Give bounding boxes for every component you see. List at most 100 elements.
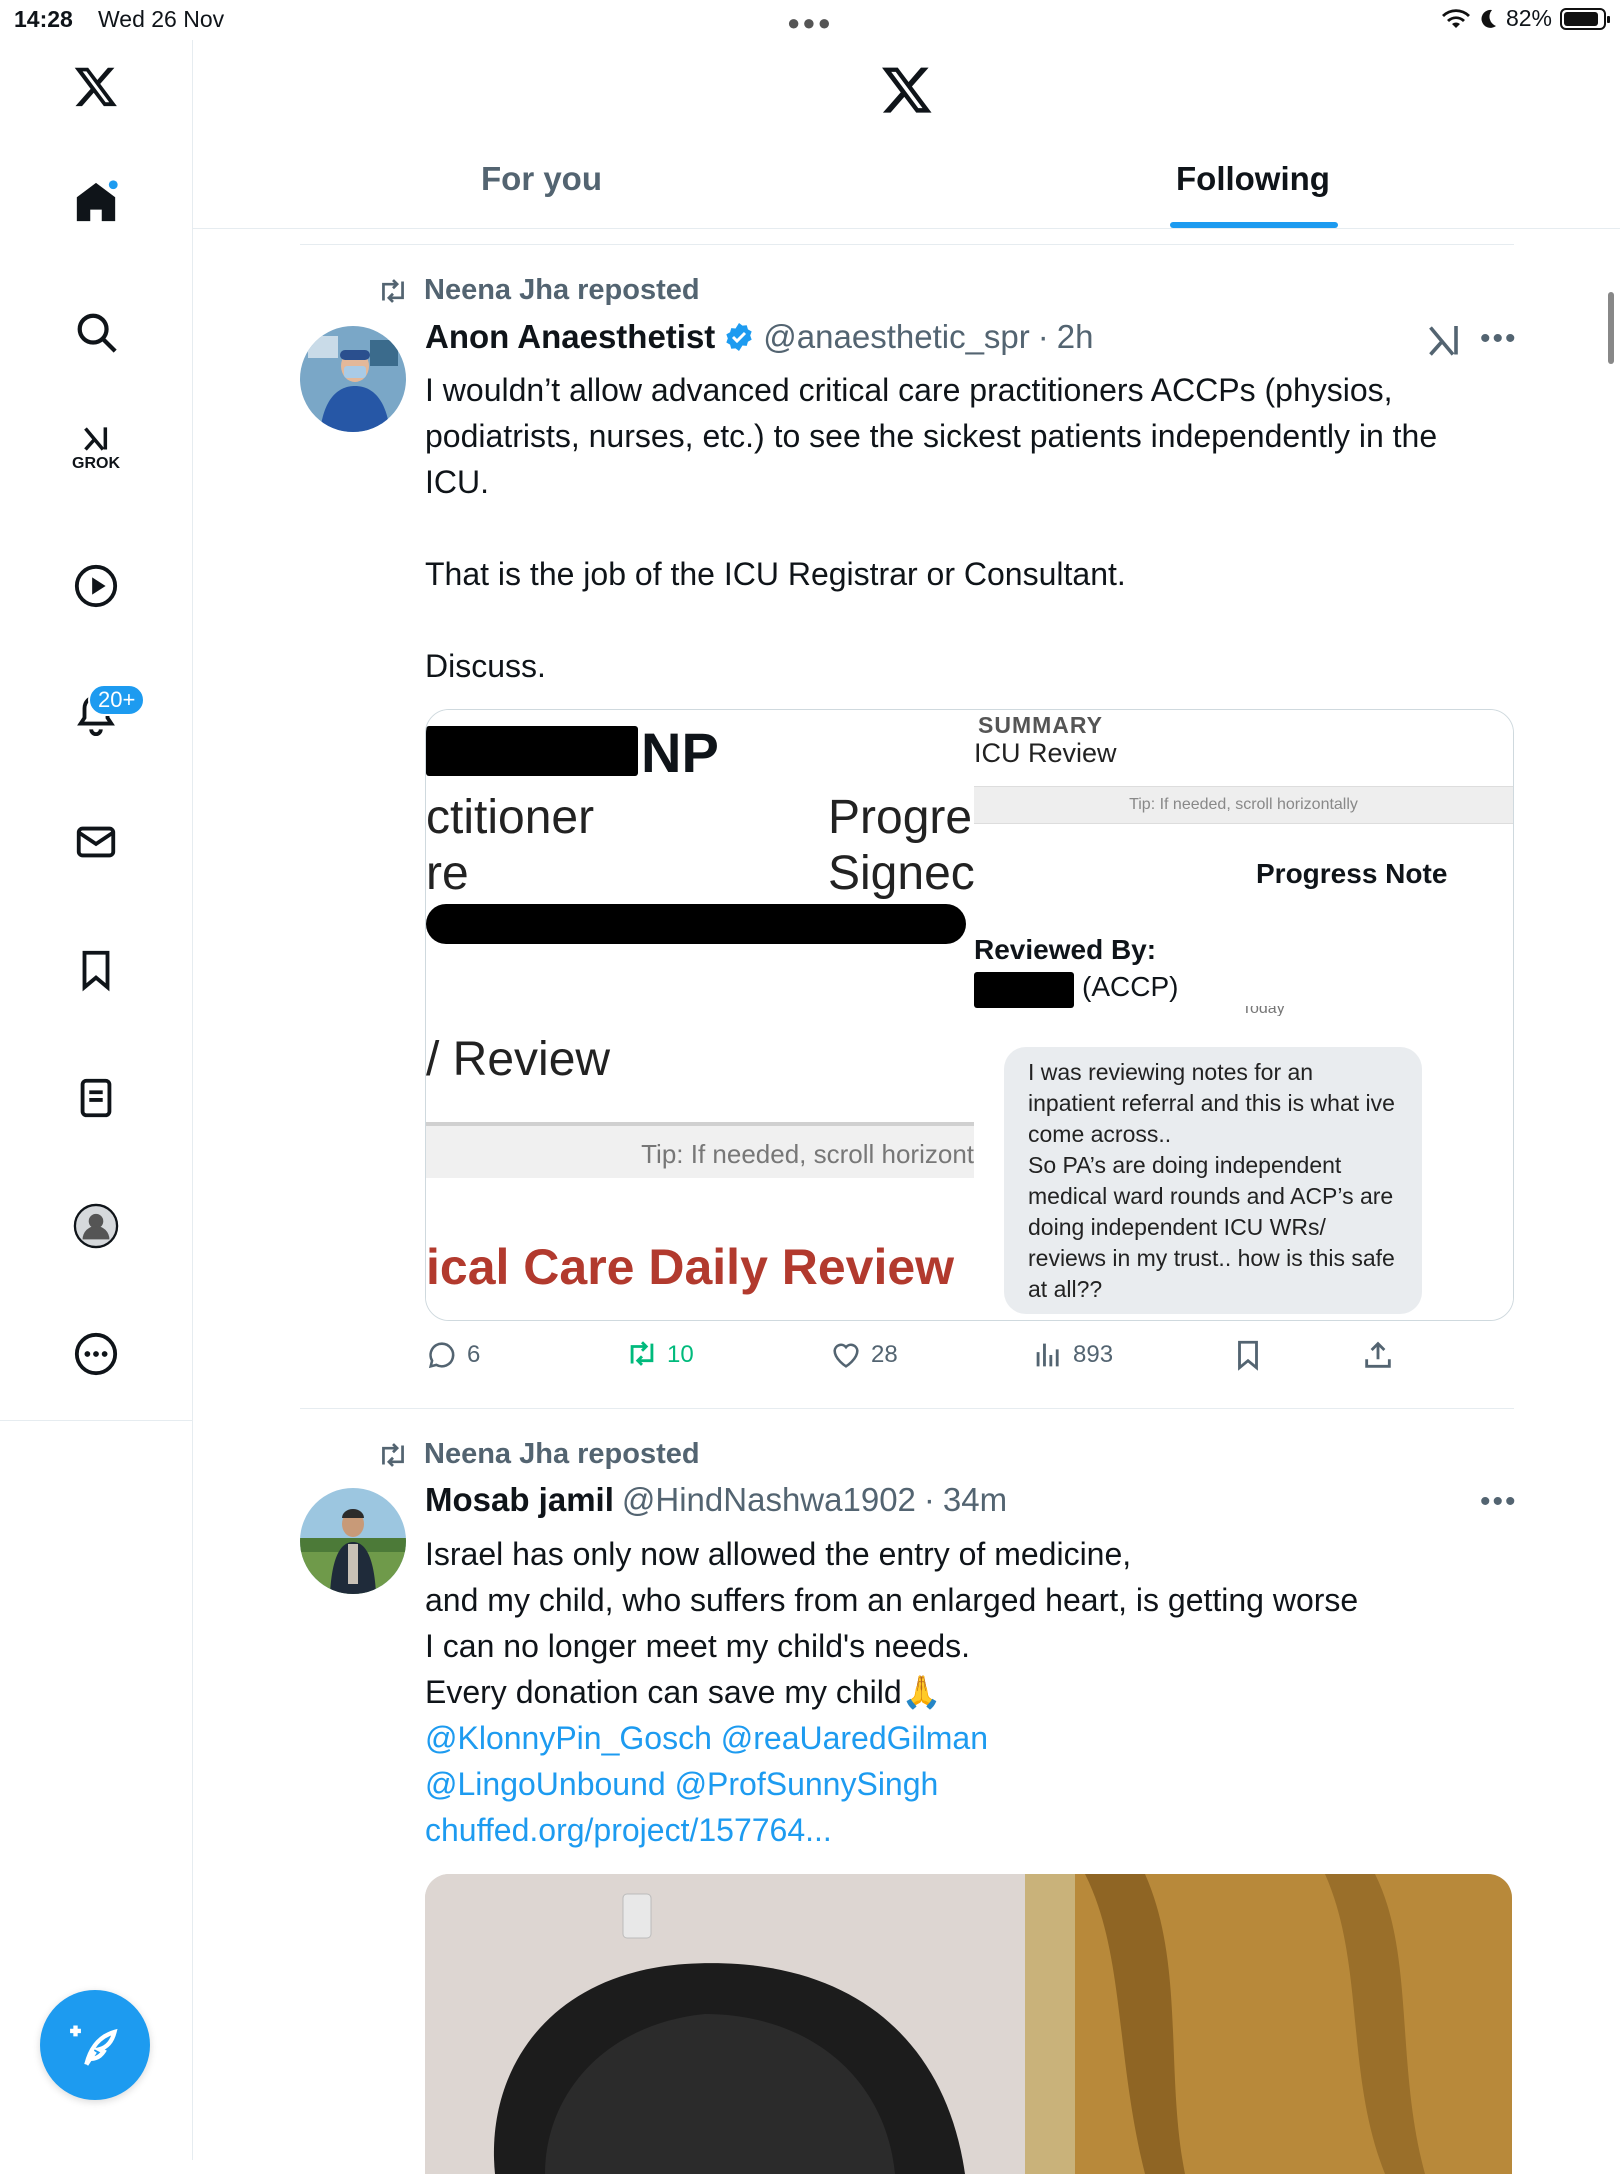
media-left-progress: Progre — [828, 791, 973, 844]
post-time[interactable]: 2h — [1057, 318, 1094, 356]
post-header: Mosab jamil @HindNashwa1902 · 34m — [425, 1481, 1007, 1519]
verified-icon — [726, 323, 752, 351]
author-handle[interactable]: @anaesthetic_spr — [763, 318, 1029, 356]
views-icon — [1036, 1343, 1059, 1367]
media-right-image: SUMMARY ICU Review Tip: If needed, scrol… — [974, 710, 1513, 1320]
battery-percent: 82% — [1505, 5, 1552, 31]
media-right-today: Today — [1242, 1006, 1285, 1016]
media-left-red-title: ical Care Daily Review — [426, 1239, 955, 1295]
media-left-image: NP ctitioner re Progre Signec / Review T… — [426, 710, 974, 1320]
post-text-line: I can no longer meet my child's needs. — [425, 1628, 971, 1664]
post-text: I wouldn’t allow advanced critical care … — [425, 372, 1438, 684]
repost-icon — [630, 1341, 654, 1366]
post-text-line: Every donation can save my child🙏 — [425, 1674, 942, 1710]
views-button[interactable]: 893 — [1031, 1338, 1113, 1372]
grok-label: GROK — [72, 455, 120, 472]
bookmark-icon — [1238, 1340, 1258, 1371]
redaction — [426, 726, 638, 776]
repost-count: 10 — [667, 1341, 694, 1368]
header-x-logo-icon[interactable] — [880, 62, 934, 116]
status-right: 82% — [1441, 5, 1610, 32]
reply-count: 6 — [467, 1341, 481, 1368]
status-date: Wed 26 Nov — [98, 6, 225, 32]
media-left-tip: Tip: If needed, scroll horizont — [426, 1122, 974, 1178]
post-text: Israel has only now allowed the entry of… — [425, 1531, 1505, 1853]
moon-icon — [1481, 9, 1496, 28]
avatar[interactable] — [300, 326, 406, 432]
media-right-accp: (ACCP) — [1082, 971, 1179, 1002]
reply-button[interactable]: 6 — [425, 1338, 480, 1372]
lists-icon[interactable] — [72, 1074, 120, 1122]
notifications-badge: 20+ — [88, 684, 146, 716]
meta-separator: · — [1037, 318, 1049, 355]
mail-icon[interactable] — [72, 818, 120, 866]
post-more-button[interactable]: ••• — [1480, 1485, 1518, 1519]
media-right-reviewed-by: Reviewed By: — [974, 934, 1157, 965]
post-actions: 6 10 28 893 — [425, 1338, 1425, 1382]
media-left-line1: ctitioner — [426, 791, 595, 844]
media-right-tip: Tip: If needed, scroll horizontally — [974, 786, 1513, 824]
more-icon[interactable] — [72, 1330, 120, 1378]
media-right-icu-review: ICU Review — [974, 738, 1117, 768]
post-more-button[interactable]: ••• — [1480, 322, 1518, 356]
media-message-bubble: I was reviewing notes for an inpatient r… — [1004, 1047, 1422, 1314]
status-time: 14:28 — [14, 6, 73, 32]
search-icon[interactable] — [72, 308, 120, 356]
post-time[interactable]: 34m — [943, 1481, 1007, 1519]
home-icon[interactable] — [72, 178, 120, 226]
avatar[interactable] — [300, 1488, 406, 1594]
profile-icon[interactable] — [72, 1202, 120, 1250]
media-np-text: NP — [641, 721, 719, 784]
media-right-summary: SUMMARY — [978, 712, 1103, 738]
share-button[interactable] — [1361, 1338, 1395, 1372]
share-icon — [1365, 1341, 1391, 1368]
like-button[interactable]: 28 — [829, 1338, 898, 1372]
multitasking-dots-icon[interactable]: ●●● — [787, 10, 833, 36]
video-icon[interactable] — [72, 562, 120, 610]
media-left-review: / Review — [426, 1033, 611, 1086]
repost-indicator: Neena Jha reposted — [376, 274, 700, 307]
repost-text: Neena Jha reposted — [424, 274, 700, 306]
battery-icon — [1560, 7, 1610, 30]
tab-following[interactable]: Following — [1176, 160, 1330, 198]
post-text-line: Israel has only now allowed the entry of… — [425, 1536, 1132, 1572]
author-name[interactable]: Mosab jamil — [425, 1481, 614, 1519]
post-divider — [300, 244, 1514, 245]
status-bar: 14:28 Wed 26 Nov ●●● 82% — [0, 0, 1620, 40]
sidebar: GROK 20+ — [0, 40, 193, 2160]
author-handle[interactable]: @HindNashwa1902 — [622, 1481, 916, 1519]
compose-icon — [70, 2025, 118, 2066]
repost-button[interactable]: 10 — [625, 1338, 694, 1372]
tab-for-you[interactable]: For you — [481, 160, 602, 198]
post-media[interactable]: NP ctitioner re Progre Signec / Review T… — [425, 709, 1514, 1321]
redaction — [426, 904, 966, 944]
like-icon — [833, 1343, 859, 1368]
wifi-icon — [1441, 8, 1470, 28]
meta-separator: · — [923, 1481, 935, 1518]
external-link[interactable]: chuffed.org/project/157764... — [425, 1807, 1505, 1853]
bookmark-button[interactable] — [1231, 1338, 1265, 1372]
mention-links[interactable]: @KlonnyPin_Gosch @reaUaredGilman — [425, 1715, 1505, 1761]
author-name[interactable]: Anon Anaesthetist — [425, 318, 715, 356]
views-count: 893 — [1073, 1341, 1114, 1368]
post-photo[interactable] — [425, 1874, 1512, 2174]
scrollbar[interactable] — [1608, 292, 1614, 364]
redaction — [974, 972, 1074, 1008]
grok-post-icon[interactable] — [1426, 322, 1462, 360]
bookmark-icon[interactable] — [72, 946, 120, 994]
media-left-signed: Signec — [828, 847, 974, 900]
compose-button[interactable] — [40, 1990, 150, 2100]
repost-indicator: Neena Jha reposted — [376, 1438, 700, 1471]
repost-text: Neena Jha reposted — [424, 1438, 700, 1470]
reply-icon — [428, 1342, 455, 1369]
mention-links[interactable]: @LingoUnbound @ProfSunnySingh — [425, 1761, 1505, 1807]
post-header: Anon Anaesthetist @anaesthetic_spr · 2h — [425, 318, 1094, 356]
header-divider — [193, 228, 1620, 229]
x-logo-icon[interactable] — [72, 62, 120, 110]
repost-icon — [382, 1442, 404, 1467]
grok-icon[interactable]: GROK — [72, 425, 120, 473]
media-left-line2: re — [426, 847, 469, 900]
media-right-progress-note: Progress Note — [1256, 858, 1448, 889]
post-text-line: and my child, who suffers from an enlarg… — [425, 1582, 1359, 1618]
repost-icon — [382, 278, 404, 303]
